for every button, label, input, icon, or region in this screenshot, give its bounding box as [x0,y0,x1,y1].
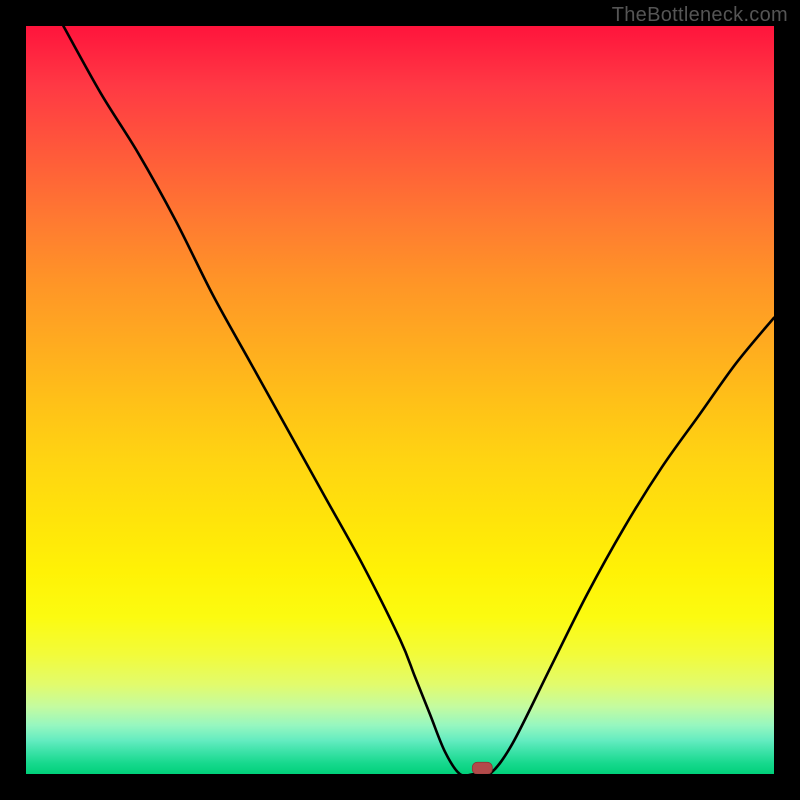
bottleneck-curve [63,26,774,774]
chart-svg [26,26,774,774]
chart-plot-area [26,26,774,774]
watermark-label: TheBottleneck.com [612,4,788,27]
optimum-marker [472,762,492,774]
